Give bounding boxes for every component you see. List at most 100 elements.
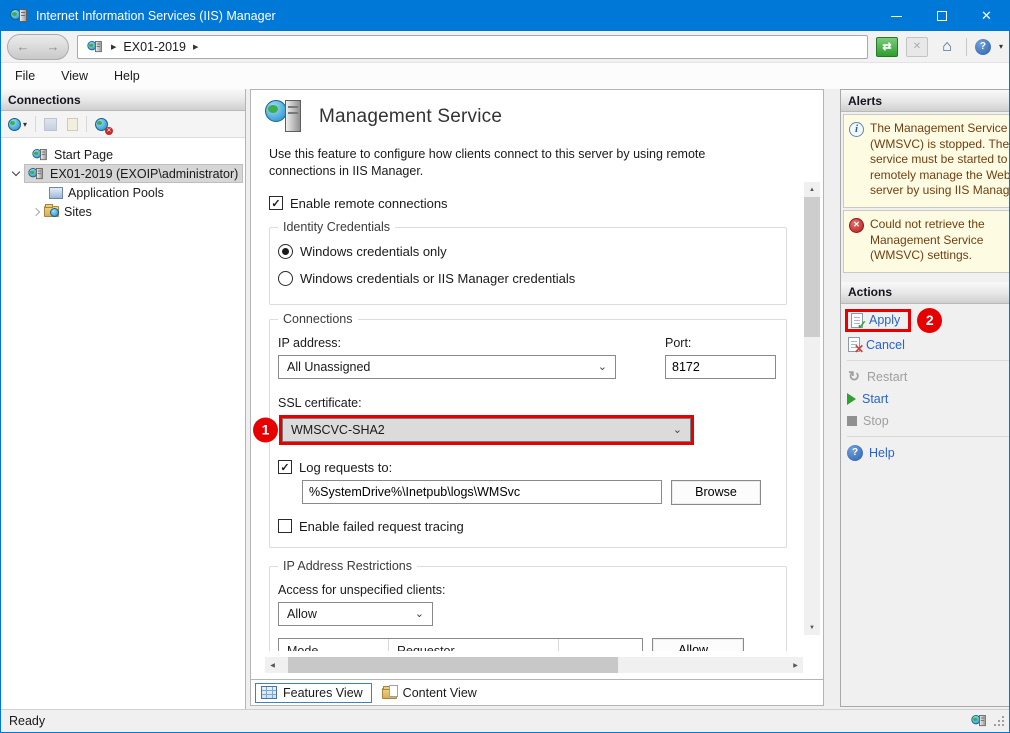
connections-tree: Start Page EX01-2019 (EXOIP\administrato… xyxy=(1,138,245,221)
toolbar-separator xyxy=(965,37,967,56)
tree-item-sites[interactable]: Sites xyxy=(1,202,245,221)
error-icon: ✕ xyxy=(849,217,864,233)
panel-gap xyxy=(841,273,1009,282)
help-action[interactable]: Help xyxy=(869,446,895,460)
actions-list: ✓ Apply 2 ✕ Cancel ↻ Restart Start Stop … xyxy=(841,304,1009,465)
identity-credentials-legend: Identity Credentials xyxy=(278,219,396,234)
close-icon: ✕ xyxy=(981,8,992,23)
windows-or-iis-credentials-radio[interactable] xyxy=(278,270,293,286)
start-action[interactable]: Start xyxy=(862,392,888,406)
restart-action: Restart xyxy=(867,369,908,384)
tree-item-label: EX01-2019 (EXOIP\administrator) xyxy=(50,166,239,181)
window-title: Internet Information Services (IIS) Mana… xyxy=(36,9,276,23)
port-input[interactable] xyxy=(665,354,776,379)
page-title: Management Service xyxy=(319,106,503,127)
tree-item-label: Start Page xyxy=(54,147,114,162)
alert-text: The Management Service (WMSVC) is stoppe… xyxy=(870,121,1009,198)
log-path-input[interactable] xyxy=(302,479,662,504)
management-service-icon xyxy=(265,98,305,136)
access-unspecified-select[interactable]: Allow ⌄ xyxy=(278,601,433,626)
windows-or-iis-credentials-label: Windows credentials or IIS Manager crede… xyxy=(300,270,576,286)
connect-caret-icon: ▾ xyxy=(23,119,28,129)
cancel-x-icon: ✕ xyxy=(853,342,864,357)
ip-address-select[interactable]: All Unassigned ⌄ xyxy=(278,354,616,379)
breadcrumb-arrow-icon[interactable]: ▶ xyxy=(111,43,116,51)
windows-credentials-only-radio[interactable] xyxy=(278,243,293,259)
nav-pill: ← → xyxy=(7,33,69,60)
browse-button[interactable]: Browse xyxy=(671,479,761,505)
status-iis-icon xyxy=(971,714,986,728)
menu-file[interactable]: File xyxy=(15,69,35,83)
tab-content-view[interactable]: Content View xyxy=(376,683,486,703)
tab-features-view[interactable]: Features View xyxy=(255,682,372,703)
alert-service-stopped: i The Management Service (WMSVC) is stop… xyxy=(843,114,1009,208)
windows-or-iis-credentials-row: Windows credentials or IIS Manager crede… xyxy=(278,270,776,286)
horizontal-scrollbar[interactable]: ◀ ▶ xyxy=(265,657,803,673)
rename-icon xyxy=(67,117,79,131)
apply-check-icon: ✓ xyxy=(856,317,867,332)
failed-request-tracing-label: Enable failed request tracing xyxy=(299,518,464,534)
ip-restrictions-legend: IP Address Restrictions xyxy=(278,558,417,573)
delete-connection-button[interactable]: ✕ xyxy=(93,116,114,135)
horizontal-scroll-thumb[interactable] xyxy=(288,657,618,673)
scroll-right-icon[interactable]: ▶ xyxy=(788,657,803,673)
minimize-button[interactable] xyxy=(874,1,919,31)
view-tabs: Features View Content View xyxy=(251,679,823,705)
ssl-certificate-value: WMSCVC-SHA2 xyxy=(291,422,385,437)
delete-x-icon: ✕ xyxy=(105,126,114,135)
action-cancel-row: ✕ Cancel xyxy=(845,335,1009,357)
ssl-certificate-select[interactable]: WMSCVC-SHA2 ⌄ xyxy=(282,417,691,442)
home-button[interactable]: ⌂ xyxy=(936,37,958,57)
tree-item-start-page[interactable]: Start Page xyxy=(1,145,245,164)
page-description: Use this feature to configure how client… xyxy=(269,147,706,178)
apply-action[interactable]: Apply xyxy=(869,313,900,327)
connect-icon xyxy=(8,117,21,131)
address-bar[interactable]: ▶ EX01-2019 ▶ xyxy=(77,34,868,59)
failed-request-tracing-checkbox[interactable] xyxy=(278,519,292,534)
status-text: Ready xyxy=(9,714,46,728)
vertical-scrollbar[interactable]: ▲ ▼ xyxy=(804,182,820,635)
iis-manager-window: Internet Information Services (IIS) Mana… xyxy=(0,0,1010,733)
breadcrumb-server[interactable]: EX01-2019 xyxy=(123,40,186,54)
enable-remote-connections-row: ✓ Enable remote connections xyxy=(269,196,789,211)
breadcrumb-arrow-icon[interactable]: ▶ xyxy=(193,43,198,51)
chevron-collapsed-icon[interactable] xyxy=(31,207,41,216)
create-connection-button[interactable]: ▾ xyxy=(6,116,29,133)
resize-grip[interactable] xyxy=(993,715,1005,727)
allow-button[interactable]: Allow... xyxy=(652,637,744,651)
features-view-icon xyxy=(261,686,277,699)
rename-connection-button[interactable] xyxy=(65,116,80,133)
back-button[interactable]: ← xyxy=(17,39,30,54)
stop-button[interactable]: ✕ xyxy=(905,36,928,57)
refresh-button[interactable]: ⇄ xyxy=(875,36,898,57)
forward-button[interactable]: → xyxy=(47,39,60,54)
iis-app-icon xyxy=(10,8,28,24)
scroll-down-icon[interactable]: ▼ xyxy=(804,620,820,635)
scroll-left-icon[interactable]: ◀ xyxy=(265,657,280,673)
column-requestor: Requestor xyxy=(389,638,559,651)
menu-view[interactable]: View xyxy=(61,69,88,83)
log-requests-checkbox[interactable]: ✓ xyxy=(278,460,292,475)
connections-group: Connections IP address: All Unassigned ⌄ xyxy=(253,311,787,548)
action-start-row: Start xyxy=(845,389,1009,409)
scroll-up-icon[interactable]: ▲ xyxy=(804,182,820,197)
vertical-scroll-thumb[interactable] xyxy=(804,197,820,337)
help-dropdown-caret[interactable]: ▾ xyxy=(999,42,1003,51)
feature-body: ✓ Enable remote connections Identity Cre… xyxy=(251,180,823,651)
connections-toolbar: ▾ ✕ xyxy=(1,111,245,138)
menu-help[interactable]: Help xyxy=(114,69,140,83)
save-connection-button[interactable] xyxy=(42,116,59,133)
close-button[interactable]: ✕ xyxy=(964,1,1009,31)
connections-panel: Connections ▾ ✕ Start Page EX01-2019 (EX… xyxy=(1,89,246,709)
help-button[interactable]: ? xyxy=(974,38,991,55)
cancel-action[interactable]: Cancel xyxy=(866,338,905,352)
restrictions-table[interactable]: Mode Requestor xyxy=(278,637,643,651)
server-icon xyxy=(87,40,102,54)
ssl-highlight-annotation: 1 WMSCVC-SHA2 ⌄ xyxy=(253,414,694,445)
status-bar: Ready xyxy=(1,709,1009,732)
maximize-button[interactable] xyxy=(919,1,964,31)
tree-item-server[interactable]: EX01-2019 (EXOIP\administrator) xyxy=(1,164,245,183)
enable-remote-connections-checkbox[interactable]: ✓ xyxy=(269,196,283,211)
tree-item-application-pools[interactable]: Application Pools xyxy=(1,183,245,202)
chevron-expanded-icon[interactable] xyxy=(11,167,21,177)
